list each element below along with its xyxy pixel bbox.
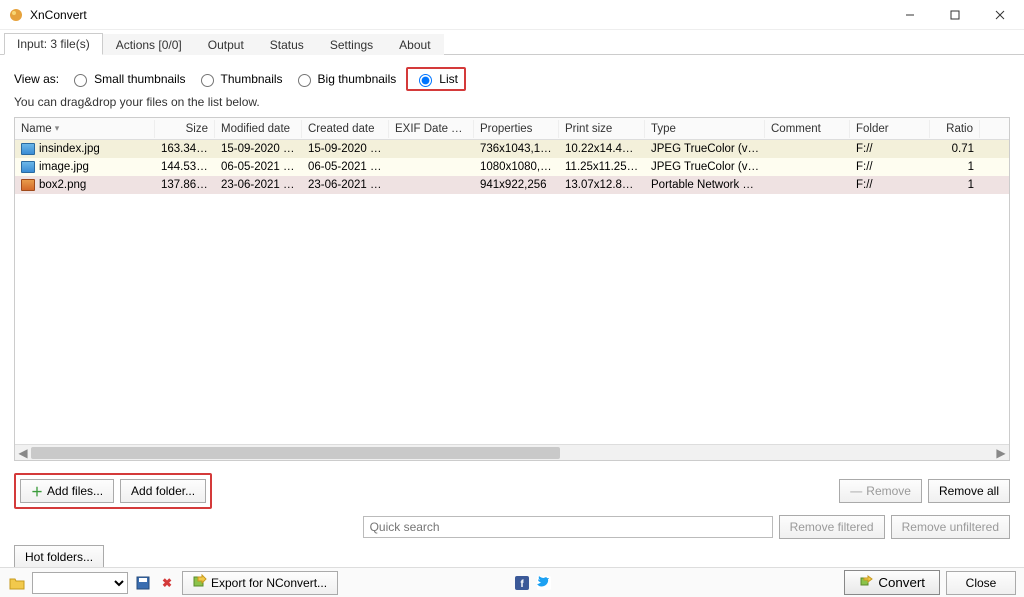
main-tabs: Input: 3 file(s) Actions [0/0] Output St… (0, 30, 1024, 55)
col-size[interactable]: Size (155, 120, 215, 138)
facebook-icon[interactable]: f (514, 575, 530, 591)
hot-folders-button[interactable]: Hot folders... (14, 545, 104, 569)
add-folder-button[interactable]: Add folder... (120, 479, 206, 503)
tab-output[interactable]: Output (195, 34, 257, 55)
radio-list[interactable]: List (414, 71, 458, 87)
titlebar: XnConvert (0, 0, 1024, 30)
quick-search-input[interactable] (363, 516, 773, 538)
col-properties[interactable]: Properties (474, 120, 559, 138)
col-folder[interactable]: Folder (850, 120, 930, 138)
list-actions-row: ＋ Add files... Add folder... — Remove Re… (14, 473, 1010, 509)
delete-icon[interactable]: ✖ (158, 574, 176, 592)
maximize-button[interactable] (932, 0, 977, 30)
highlight-add-buttons: ＋ Add files... Add folder... (14, 473, 212, 509)
tab-actions[interactable]: Actions [0/0] (103, 34, 195, 55)
col-comment[interactable]: Comment (765, 120, 850, 138)
format-select[interactable] (32, 572, 128, 594)
convert-icon (859, 574, 873, 591)
remove-filtered-button[interactable]: Remove filtered (779, 515, 885, 539)
remove-unfiltered-button[interactable]: Remove unfiltered (891, 515, 1010, 539)
close-button[interactable]: Close (946, 571, 1016, 595)
tab-about[interactable]: About (386, 34, 443, 55)
drag-drop-hint: You can drag&drop your files on the list… (14, 95, 1010, 109)
export-icon (193, 574, 207, 591)
view-as-label: View as: (14, 72, 59, 86)
twitter-icon[interactable] (536, 575, 552, 591)
radio-thumbnails[interactable]: Thumbnails (196, 71, 283, 87)
hot-folders-row: Hot folders... (14, 545, 1010, 569)
view-as-row: View as: Small thumbnails Thumbnails Big… (14, 67, 1010, 91)
app-title: XnConvert (30, 8, 87, 22)
save-icon[interactable] (134, 574, 152, 592)
tab-settings[interactable]: Settings (317, 34, 386, 55)
open-icon[interactable] (8, 574, 26, 592)
image-file-icon (21, 143, 35, 155)
file-list-header: Name▾ Size Modified date Created date EX… (15, 118, 1009, 140)
minus-icon: — (850, 484, 862, 498)
export-nconvert-button[interactable]: Export for NConvert... (182, 571, 338, 595)
col-exif[interactable]: EXIF Date Taken (389, 120, 474, 138)
col-modified[interactable]: Modified date (215, 120, 302, 138)
table-row[interactable]: insindex.jpg 163.34 KiB 15-09-2020 17:4.… (15, 140, 1009, 158)
file-list-body: insindex.jpg 163.34 KiB 15-09-2020 17:4.… (15, 140, 1009, 444)
search-row: Remove filtered Remove unfiltered (14, 515, 1010, 539)
col-type[interactable]: Type (645, 120, 765, 138)
table-row[interactable]: box2.png 137.86 KiB 23-06-2021 02:4... 2… (15, 176, 1009, 194)
col-created[interactable]: Created date (302, 120, 389, 138)
tab-status[interactable]: Status (257, 34, 317, 55)
close-window-button[interactable] (977, 0, 1022, 30)
horizontal-scrollbar[interactable]: ◀ ▶ (15, 444, 1009, 460)
add-files-button[interactable]: ＋ Add files... (20, 479, 114, 503)
col-printsize[interactable]: Print size (559, 120, 645, 138)
col-ratio[interactable]: Ratio (930, 120, 980, 138)
plus-icon: ＋ (31, 483, 43, 500)
radio-small-thumbnails[interactable]: Small thumbnails (69, 71, 185, 87)
scrollbar-thumb[interactable] (31, 447, 560, 459)
convert-button[interactable]: Convert (844, 570, 940, 595)
remove-button[interactable]: — Remove (839, 479, 922, 503)
minimize-button[interactable] (887, 0, 932, 30)
col-name[interactable]: Name▾ (15, 120, 155, 138)
remove-all-button[interactable]: Remove all (928, 479, 1010, 503)
scroll-right-icon[interactable]: ▶ (993, 445, 1009, 461)
radio-big-thumbnails[interactable]: Big thumbnails (293, 71, 397, 87)
image-file-icon (21, 161, 35, 173)
tab-input[interactable]: Input: 3 file(s) (4, 33, 103, 55)
highlight-list-option: List (406, 67, 466, 91)
file-list: Name▾ Size Modified date Created date EX… (14, 117, 1010, 461)
app-icon (8, 7, 24, 23)
image-file-icon (21, 179, 35, 191)
bottom-bar: ✖ Export for NConvert... f Convert Close (0, 567, 1024, 597)
table-row[interactable]: image.jpg 144.53 KiB 06-05-2021 16:1... … (15, 158, 1009, 176)
scroll-left-icon[interactable]: ◀ (15, 445, 31, 461)
